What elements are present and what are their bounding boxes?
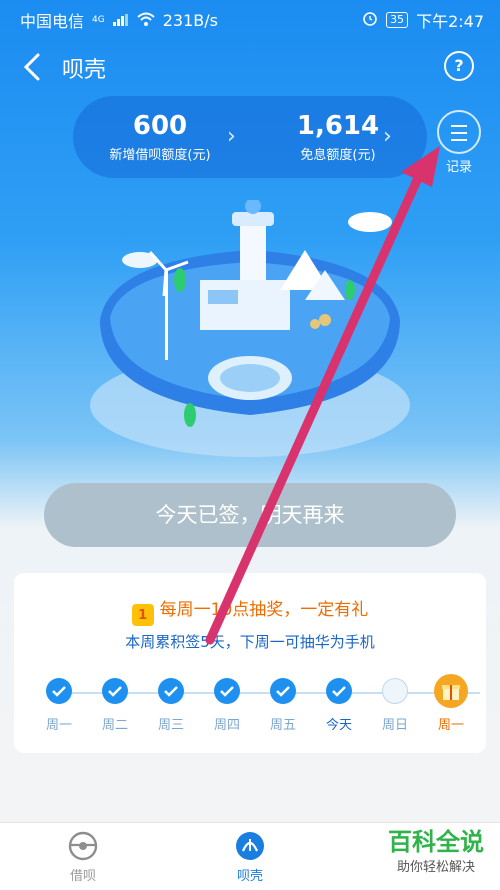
- top-nav: 呗壳 ?: [0, 45, 500, 91]
- tab-beike[interactable]: 呗壳: [210, 831, 290, 884]
- checkin-progress-text: 本周累积签5天，下周一可抽华为手机: [125, 633, 375, 651]
- day-label: 今天: [325, 718, 352, 733]
- gift-icon[interactable]: [434, 674, 468, 708]
- day-friday: 周五: [256, 675, 310, 733]
- alarm-icon: [362, 10, 378, 30]
- carrier-label: 中国电信: [20, 12, 85, 31]
- menu-icon: [451, 125, 467, 127]
- wifi-icon: [137, 11, 155, 30]
- day-label: 周日: [381, 718, 408, 733]
- signal-icon: [112, 11, 129, 30]
- status-bar: 中国电信 4G 231B/s 35 下午2:47: [0, 0, 500, 34]
- chevron-right-icon: ›: [227, 124, 236, 149]
- check-icon: [46, 678, 72, 704]
- watermark: 百科全说 助你轻松解决: [388, 828, 484, 875]
- watermark-title: 百科全说: [388, 828, 484, 856]
- check-icon: [102, 678, 128, 704]
- chevron-right-icon: ›: [383, 124, 392, 149]
- network-label: 4G: [92, 15, 105, 25]
- watermark-subtitle: 助你轻松解决: [396, 860, 475, 875]
- new-quota-stat[interactable]: 600 新增借呗额度(元): [85, 110, 235, 163]
- day-monday: 周一: [32, 675, 86, 733]
- day-label: 周四: [213, 718, 240, 733]
- shell-icon: [235, 831, 265, 861]
- help-icon[interactable]: ?: [444, 51, 474, 81]
- empty-circle-icon: [382, 678, 408, 704]
- tab-jiebei[interactable]: 借呗: [43, 831, 123, 884]
- new-quota-label: 新增借呗额度(元): [109, 148, 211, 163]
- signed-today-button[interactable]: 今天已签，明天再来: [44, 483, 456, 547]
- check-icon: [158, 678, 184, 704]
- day-next-monday: 周一: [424, 674, 478, 733]
- day-label: 周三: [157, 718, 184, 733]
- tab-label: 呗壳: [236, 869, 263, 884]
- island-illustration: [90, 200, 410, 457]
- day-wednesday: 周三: [144, 675, 198, 733]
- record-button[interactable]: [437, 110, 481, 154]
- clock-label: 下午2:47: [416, 12, 484, 31]
- day-label: 周五: [269, 718, 296, 733]
- quota-summary: 600 新增借呗额度(元) › 1,614 免息额度(元) ›: [73, 96, 427, 178]
- page-title: 呗壳: [62, 58, 107, 83]
- tab-label: 借呗: [69, 869, 96, 884]
- day-sunday: 周日: [368, 675, 422, 733]
- day-label: 周一: [45, 718, 72, 733]
- check-icon: [214, 678, 240, 704]
- check-icon: [326, 678, 352, 704]
- lottery-headline-text: 每周一10点抽奖，一定有礼: [159, 600, 369, 620]
- back-icon[interactable]: [16, 49, 50, 83]
- day-thursday: 周四: [200, 675, 254, 733]
- battery-icon: 35: [386, 12, 409, 28]
- day-label: 周一: [437, 718, 464, 733]
- check-icon: [270, 678, 296, 704]
- speed-label: 231B/s: [162, 10, 218, 30]
- steering-wheel-icon: [68, 831, 98, 861]
- lottery-headline: 1 每周一10点抽奖，一定有礼: [14, 595, 486, 626]
- day-label: 周二: [101, 718, 128, 733]
- new-quota-value: 600: [132, 111, 188, 141]
- record-label: 记录: [445, 160, 472, 175]
- day-today: 今天: [312, 675, 366, 733]
- day-tuesday: 周二: [88, 675, 142, 733]
- calendar-icon: 1: [131, 604, 154, 626]
- weekly-checkin-card: 1 每周一10点抽奖，一定有礼 本周累积签5天，下周一可抽华为手机 周一 周二 周…: [14, 573, 486, 753]
